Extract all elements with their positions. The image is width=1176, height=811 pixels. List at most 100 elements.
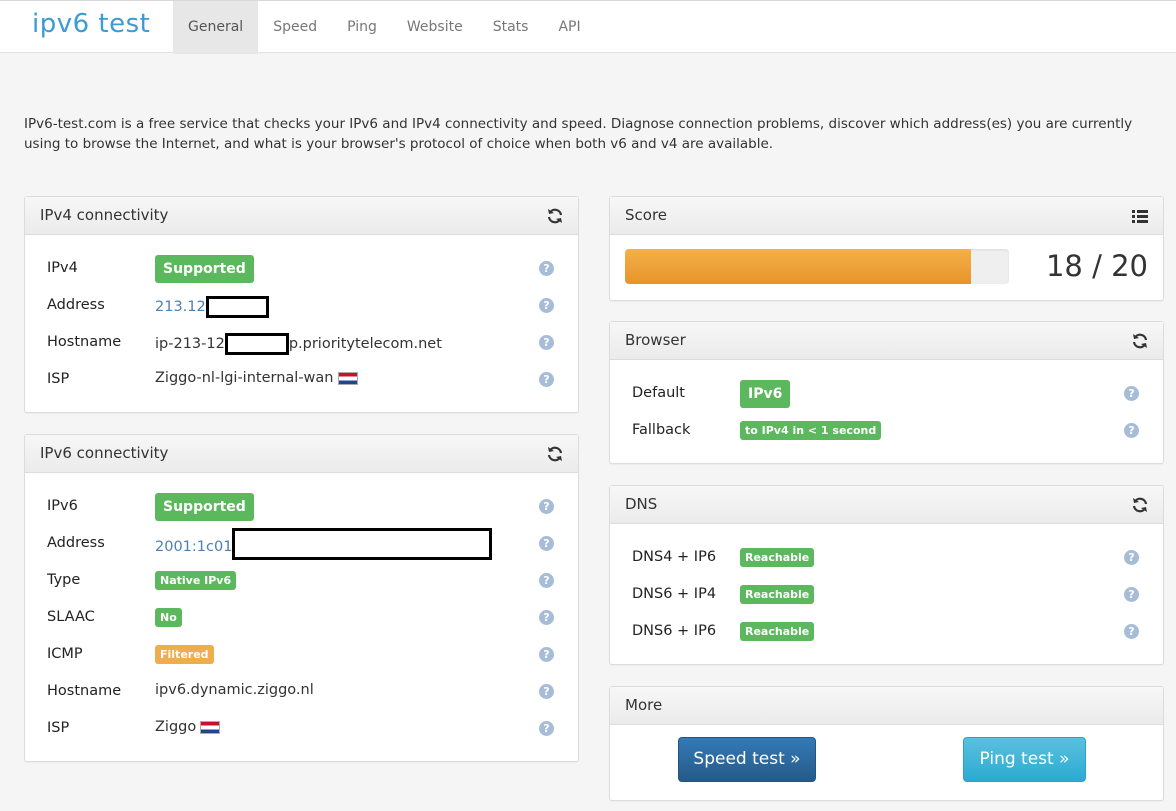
dns-row: DNS4 + IP6 Reachable ? <box>610 546 1163 570</box>
help-icon[interactable]: ? <box>539 372 554 387</box>
help-icon[interactable]: ? <box>539 721 554 736</box>
refresh-icon[interactable] <box>1131 496 1149 514</box>
isp-label: ISP <box>47 371 70 387</box>
ipv4-address-text: 213.12 <box>155 299 206 315</box>
ipv6-row-type: Type Native IPv6 ? <box>25 569 578 593</box>
top-navbar: ipv6 test General Speed Ping Website Sta… <box>0 0 1176 54</box>
ipv6-row-status: IPv6 Supported ? <box>25 493 578 521</box>
redaction-box <box>205 296 269 318</box>
help-icon[interactable]: ? <box>539 335 554 350</box>
nav-api[interactable]: API <box>543 1 595 54</box>
ipv6-panel-title: IPv6 connectivity <box>40 444 169 462</box>
help-icon[interactable]: ? <box>539 499 554 514</box>
ipv6-isp-value: Ziggo <box>155 719 221 735</box>
ipv6-address-value[interactable]: 2001:1c01 <box>155 528 493 560</box>
score-progress-bar <box>625 249 1009 284</box>
dns-badge: Reachable <box>740 548 815 567</box>
ipv4-status-badge: Supported <box>155 255 254 283</box>
dns-badge: Reachable <box>740 585 815 604</box>
ipv6-status-badge: Supported <box>155 493 254 521</box>
refresh-icon[interactable] <box>546 207 564 225</box>
hostname-suffix: p.prioritytelecom.net <box>288 336 442 352</box>
help-icon[interactable]: ? <box>539 261 554 276</box>
ipv4-isp-value: Ziggo-nl-lgi-internal-wan <box>155 370 358 386</box>
redaction-box <box>224 333 289 355</box>
more-panel-title: More <box>625 696 663 714</box>
address-label: Address <box>47 297 105 313</box>
browser-panel-heading: Browser <box>610 322 1163 360</box>
ipv6-row-address: Address 2001:1c01 ? <box>25 528 578 560</box>
more-panel: More Speed test » Ping test » <box>609 686 1164 801</box>
dns-label: DNS6 + IP6 <box>632 623 717 639</box>
default-label: Default <box>632 385 685 401</box>
ipv6-hostname-value: ipv6.dynamic.ziggo.nl <box>155 682 314 698</box>
score-progress-fill <box>625 249 971 284</box>
nav-website[interactable]: Website <box>392 1 478 54</box>
speed-test-button[interactable]: Speed test » <box>678 737 816 782</box>
refresh-icon[interactable] <box>546 445 564 463</box>
hostname-prefix: ip-213-12 <box>155 336 225 352</box>
nav-ping[interactable]: Ping <box>332 1 392 54</box>
ipv4-label: IPv4 <box>47 260 78 276</box>
help-icon[interactable]: ? <box>1124 587 1139 602</box>
ipv4-row-hostname: Hostname ip-213-12 p.prioritytelecom.net … <box>25 331 578 355</box>
netherlands-flag-icon <box>200 720 221 734</box>
help-icon[interactable]: ? <box>539 647 554 662</box>
score-panel-title: Score <box>625 206 668 224</box>
icmp-badge: Filtered <box>155 645 214 664</box>
nav-speed[interactable]: Speed <box>258 1 332 54</box>
main-nav: General Speed Ping Website Stats API <box>173 1 596 54</box>
ipv4-panel: IPv4 connectivity IPv4 Supported ? Addre… <box>24 196 579 413</box>
ipv4-panel-heading: IPv4 connectivity <box>25 197 578 235</box>
ipv6-row-icmp: ICMP Filtered ? <box>25 643 578 667</box>
ipv6-panel-heading: IPv6 connectivity <box>25 435 578 473</box>
fallback-badge: to IPv4 in < 1 second <box>740 421 882 440</box>
isp-label: ISP <box>47 720 70 736</box>
help-icon[interactable]: ? <box>539 536 554 551</box>
refresh-icon[interactable] <box>1131 332 1149 350</box>
ipv4-hostname-value: ip-213-12 p.prioritytelecom.net <box>155 333 442 355</box>
help-icon[interactable]: ? <box>539 573 554 588</box>
dns-label: DNS6 + IP4 <box>632 586 717 602</box>
ipv4-row-isp: ISP Ziggo-nl-lgi-internal-wan ? <box>25 368 578 392</box>
fallback-label: Fallback <box>632 422 691 438</box>
ipv6-address-text: 2001:1c01 <box>155 539 233 555</box>
score-panel-heading: Score <box>610 197 1163 235</box>
ipv4-row-address: Address 213.12 ? <box>25 294 578 318</box>
type-badge: Native IPv6 <box>155 571 237 590</box>
list-icon[interactable] <box>1131 207 1149 225</box>
slaac-badge: No <box>155 608 182 627</box>
help-icon[interactable]: ? <box>539 684 554 699</box>
dns-panel-heading: DNS <box>610 486 1163 524</box>
brand-ipv6: ipv6 <box>32 9 90 39</box>
browser-panel-title: Browser <box>625 331 686 349</box>
default-badge: IPv6 <box>740 380 791 408</box>
ipv6-row-hostname: Hostname ipv6.dynamic.ziggo.nl ? <box>25 680 578 704</box>
dns-badge: Reachable <box>740 622 815 641</box>
help-icon[interactable]: ? <box>539 610 554 625</box>
hostname-label: Hostname <box>47 334 122 350</box>
help-icon[interactable]: ? <box>539 298 554 313</box>
ipv6-row-slaac: SLAAC No ? <box>25 606 578 630</box>
help-icon[interactable]: ? <box>1124 624 1139 639</box>
brand-logo[interactable]: ipv6 test <box>32 9 150 39</box>
ipv6-panel: IPv6 connectivity IPv6 Supported ? Addre… <box>24 434 579 762</box>
score-panel: Score 18 / 20 <box>609 196 1164 301</box>
browser-panel: Browser Default IPv6 ? Fallback to IPv4 … <box>609 321 1164 464</box>
brand-test: test <box>89 9 151 39</box>
help-icon[interactable]: ? <box>1124 550 1139 565</box>
ipv6-label: IPv6 <box>47 498 78 514</box>
help-icon[interactable]: ? <box>1124 423 1139 438</box>
redaction-box <box>232 528 493 560</box>
nav-general[interactable]: General <box>173 1 259 54</box>
help-icon[interactable]: ? <box>1124 386 1139 401</box>
ping-test-button[interactable]: Ping test » <box>963 737 1086 782</box>
ipv4-row-status: IPv4 Supported ? <box>25 255 578 283</box>
dns-panel-title: DNS <box>625 495 658 513</box>
intro-text: IPv6-test.com is a free service that che… <box>24 116 1133 152</box>
dns-row: DNS6 + IP4 Reachable ? <box>610 583 1163 607</box>
nav-stats[interactable]: Stats <box>478 1 544 54</box>
type-label: Type <box>47 572 81 588</box>
ipv4-address-value[interactable]: 213.12 <box>155 296 269 318</box>
address-label: Address <box>47 535 105 551</box>
